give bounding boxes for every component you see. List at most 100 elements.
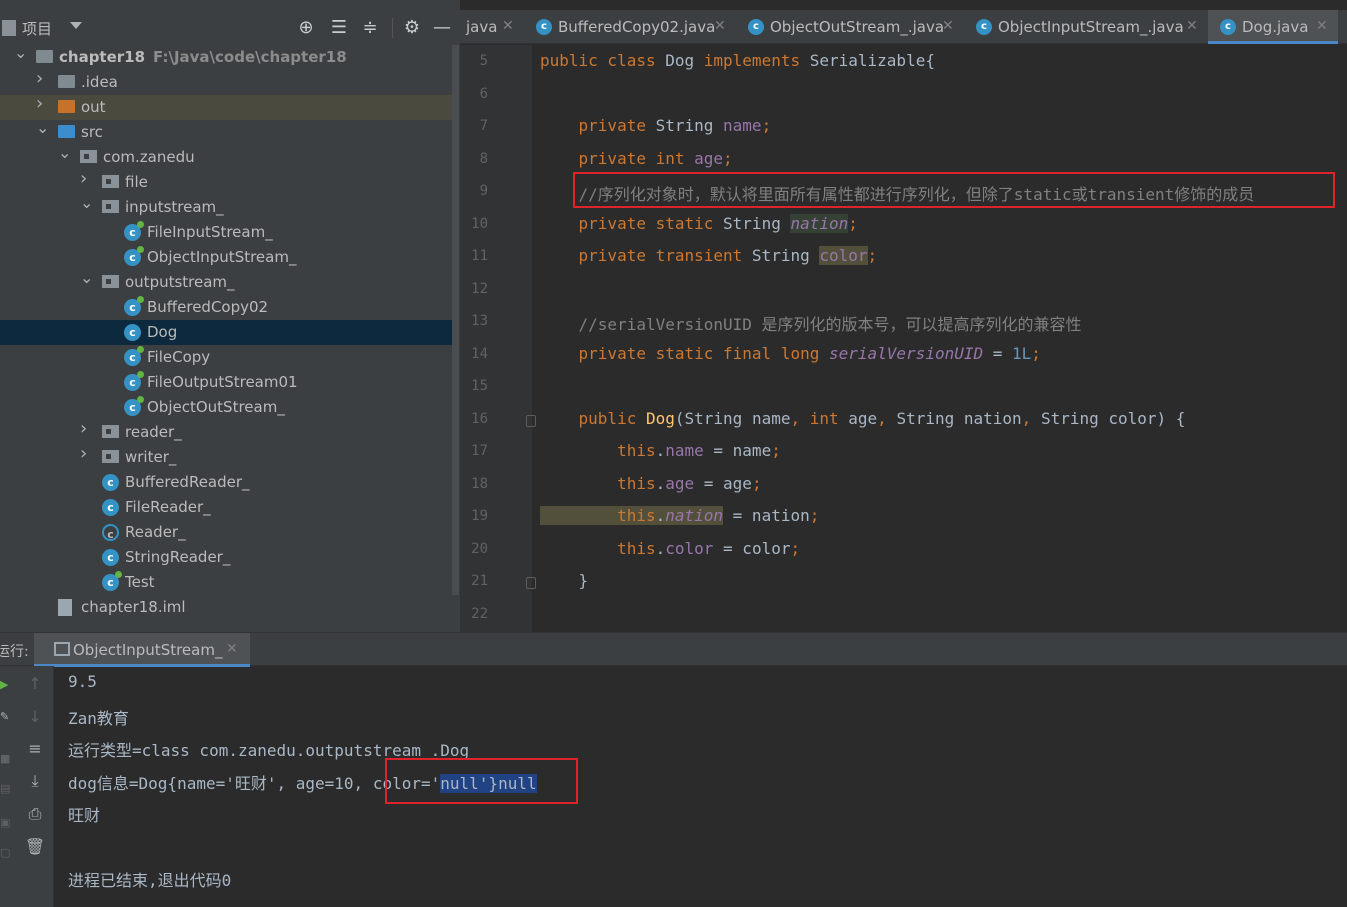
fold-icon[interactable]: [526, 414, 536, 427]
tree-item[interactable]: › .idea: [0, 70, 452, 95]
code-token: this: [540, 473, 656, 493]
stop-icon[interactable]: ■: [0, 752, 10, 766]
tree-item[interactable]: ⌄ inputstream_: [0, 195, 452, 220]
tree-item[interactable]: c FileReader_: [0, 495, 452, 520]
class-icon: c: [124, 246, 144, 266]
chevron-right-icon[interactable]: ›: [80, 170, 94, 188]
code-token: ,: [1021, 408, 1041, 428]
tree-item[interactable]: c FileInputStream_: [0, 220, 452, 245]
close-icon[interactable]: ✕: [502, 18, 514, 34]
print-icon[interactable]: ⎙: [24, 803, 46, 825]
console-line: 9.5: [68, 672, 97, 691]
tree-item[interactable]: c FileOutputStream01: [0, 370, 452, 395]
tree-item[interactable]: › writer_: [0, 445, 452, 470]
pin-icon[interactable]: ▣: [0, 816, 10, 830]
line-number: 21: [471, 573, 488, 589]
editor-tab[interactable]: c ObjectInputStream_.java ✕: [964, 10, 1208, 44]
tree-item[interactable]: c Reader_: [0, 520, 452, 545]
tree-item-label: .idea: [81, 73, 118, 91]
tree-item-label: file: [125, 173, 148, 191]
code-line: }: [540, 571, 589, 590]
fold-icon[interactable]: [526, 577, 536, 589]
line-number: 12: [471, 280, 488, 297]
tree-item-label: inputstream_: [125, 198, 224, 216]
close-icon[interactable]: ✕: [942, 18, 954, 34]
rerun-icon[interactable]: ▶: [0, 678, 10, 692]
chevron-right-icon[interactable]: ›: [36, 95, 50, 113]
tree-item[interactable]: chapter18.iml: [0, 595, 452, 620]
tree-item[interactable]: › file: [0, 170, 452, 195]
close-icon[interactable]: ✕: [714, 18, 726, 34]
tree-item[interactable]: ⌄ src: [0, 120, 452, 145]
tree-item[interactable]: ⌄ outputstream_: [0, 270, 452, 295]
code-area[interactable]: public class Dog implements Serializable…: [540, 45, 1347, 632]
code-token: Serializable{: [809, 51, 935, 70]
code-token: = color: [713, 538, 791, 558]
wrench-icon[interactable]: ✎: [0, 710, 10, 724]
tree-item[interactable]: c FileCopy: [0, 345, 452, 370]
line-number: 15: [471, 378, 488, 394]
line-number: 19: [471, 508, 488, 524]
chevron-down-icon[interactable]: ⌄: [58, 145, 72, 161]
soft-wrap-icon[interactable]: ≡: [24, 738, 46, 760]
code-token: //serialVersionUID 是序列化的版本号，可以提高序列化的兼容性: [540, 315, 1082, 334]
up-arrow-icon[interactable]: ↑: [24, 673, 46, 695]
run-tab-label: ObjectInputStream_: [73, 641, 223, 659]
close-icon[interactable]: ✕: [1316, 18, 1328, 34]
line-number: 13: [471, 313, 488, 329]
expand-all-icon[interactable]: ☰: [327, 16, 351, 40]
console-token: 9.5: [68, 672, 97, 691]
chevron-right-icon[interactable]: ›: [36, 70, 50, 88]
down-arrow-icon[interactable]: ↓: [24, 706, 46, 728]
tree-item[interactable]: › out: [0, 95, 452, 120]
tree-item[interactable]: c ObjectOutStream_: [0, 395, 452, 420]
tree-item-label: out: [81, 98, 106, 116]
chevron-down-icon[interactable]: ⌄: [80, 195, 94, 211]
project-title[interactable]: 项目: [22, 18, 52, 39]
editor-tab[interactable]: java ✕: [460, 10, 524, 44]
code-token: ;: [723, 148, 733, 168]
scroll-to-end-icon[interactable]: ⤓: [24, 770, 46, 792]
editor-tab[interactable]: c Dog.java ✕: [1208, 10, 1338, 44]
project-panel: 项目 ⊕ ☰ ≑ ⚙ — ⌄ chapter18 F:\Java\code\chap…: [0, 0, 460, 632]
panel-icon[interactable]: ▢: [0, 846, 10, 860]
tree-item-label: FileOutputStream01: [147, 373, 298, 391]
code-token: age: [665, 473, 695, 493]
chevron-down-icon[interactable]: ⌄: [36, 120, 50, 136]
code-token: nation: [790, 213, 849, 233]
tree-item[interactable]: c StringReader_: [0, 545, 452, 570]
chevron-down-icon[interactable]: ⌄: [80, 270, 94, 286]
tree-item[interactable]: c Test: [0, 570, 452, 595]
run-tab[interactable]: ObjectInputStream_ ✕: [34, 633, 250, 667]
class-icon: c: [1220, 19, 1236, 35]
minimize-icon[interactable]: —: [430, 16, 454, 40]
code-token: ,: [790, 408, 810, 428]
editor-tab[interactable]: c ObjectOutStream_.java ✕: [736, 10, 964, 44]
editor-tab-bar: java ✕ c BufferedCopy02.java ✕ c ObjectOutStre…: [460, 10, 1347, 44]
code-token: color: [665, 538, 714, 558]
locate-icon[interactable]: ⊕: [294, 16, 318, 40]
editor-tab[interactable]: c BufferedCopy02.java ✕: [524, 10, 736, 44]
dropdown-icon[interactable]: [70, 22, 82, 29]
tree-item[interactable]: c ObjectInputStream_: [0, 245, 452, 270]
layout-icon[interactable]: ▤: [0, 782, 10, 796]
tree-item[interactable]: c Dog: [0, 320, 452, 345]
tree-item[interactable]: ⌄ com.zanedu: [0, 145, 452, 170]
line-number: 14: [471, 345, 488, 362]
chevron-right-icon[interactable]: ›: [80, 445, 94, 463]
tree-scrollbar[interactable]: [452, 45, 459, 595]
close-icon[interactable]: ✕: [1186, 18, 1198, 34]
collapse-all-icon[interactable]: ≑: [358, 16, 382, 40]
chevron-down-icon[interactable]: ⌄: [14, 45, 28, 61]
code-editor: java ✕ c BufferedCopy02.java ✕ c ObjectOutStre…: [460, 0, 1347, 632]
trash-icon[interactable]: 🗑: [24, 836, 46, 858]
tree-item[interactable]: c BufferedCopy02: [0, 295, 452, 320]
tree-item[interactable]: c BufferedReader_: [0, 470, 452, 495]
chevron-right-icon[interactable]: ›: [80, 420, 94, 438]
code-token: private: [540, 116, 656, 135]
editor-tab-label: ObjectInputStream_.java: [998, 18, 1184, 36]
tree-item[interactable]: ⌄ chapter18 F:\Java\code\chapter18: [0, 45, 452, 70]
gear-icon[interactable]: ⚙: [400, 16, 424, 40]
tree-item[interactable]: › reader_: [0, 420, 452, 445]
close-icon[interactable]: ✕: [226, 641, 238, 657]
